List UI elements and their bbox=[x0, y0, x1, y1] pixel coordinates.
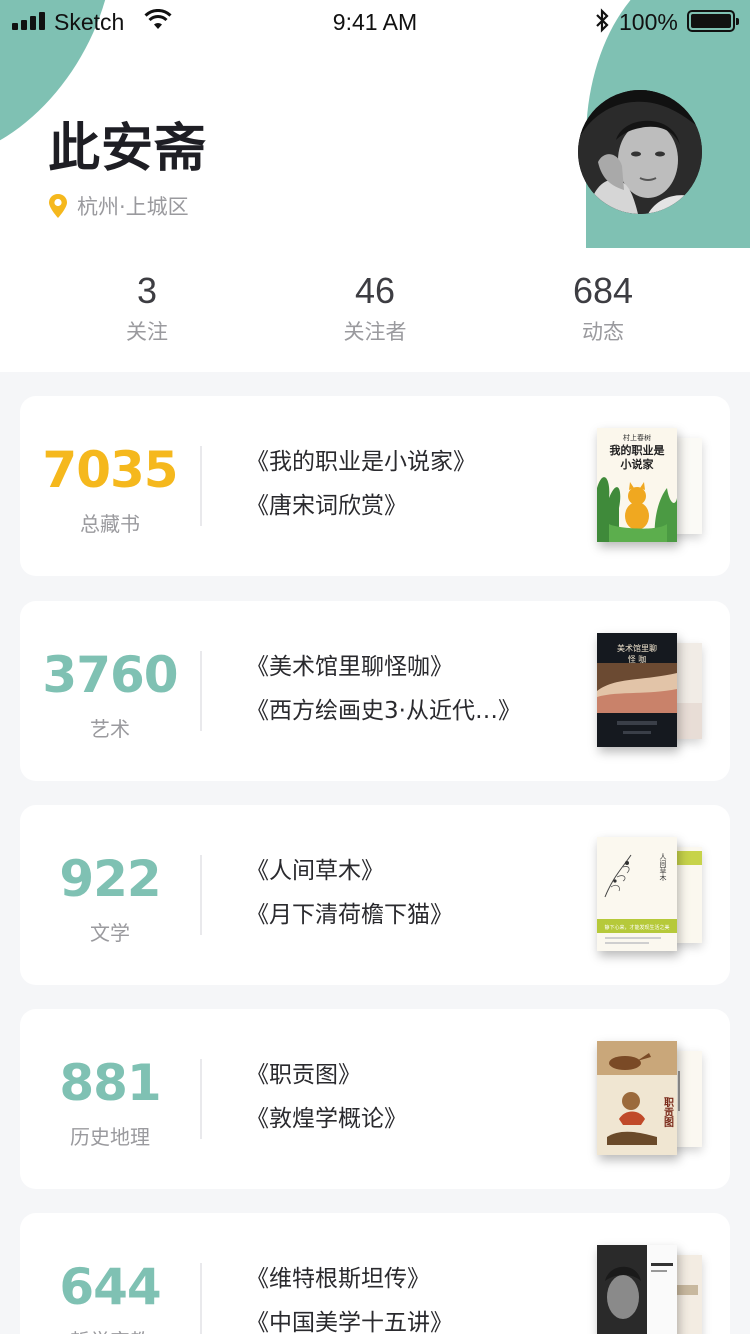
book-title: 《月下清荷檐下猫》 bbox=[246, 902, 453, 928]
book-cover bbox=[597, 1245, 677, 1334]
cover-title: 人间草木 bbox=[659, 853, 667, 882]
divider bbox=[200, 855, 202, 935]
status-bar: Sketch 9:41 AM 100% bbox=[0, 0, 750, 44]
cover-author: 村上春树 bbox=[623, 433, 651, 442]
book-title: 《我的职业是小说家》 bbox=[246, 449, 476, 475]
cover-tagline: 静下心来，才能发现生活之美 bbox=[604, 924, 669, 931]
collection-category: 哲学宗教 bbox=[20, 1325, 200, 1334]
stats-row: 3 关注 46 关注者 684 动态 bbox=[0, 268, 750, 358]
collection-card-total[interactable]: 7035 总藏书 《我的职业是小说家》 《唐宋词欣赏》 村上春树 我的职业是 小… bbox=[20, 396, 730, 576]
book-title: 《美术馆里聊怪咖》 bbox=[246, 654, 453, 680]
bluetooth-icon bbox=[596, 8, 609, 33]
divider bbox=[200, 1059, 202, 1139]
stat-label: 动态 bbox=[582, 320, 624, 344]
cover-title: 小说家 bbox=[620, 457, 655, 471]
book-title: 《中国美学十五讲》 bbox=[246, 1310, 453, 1334]
location-row: 杭州·上城区 bbox=[48, 190, 189, 222]
cover-title: 美术馆里聊 bbox=[617, 643, 657, 653]
collection-card-history[interactable]: 881 历史地理 《职贡图》 《敦煌学概论》 职贡图 bbox=[20, 1009, 730, 1189]
collection-count: 7035 bbox=[42, 441, 178, 499]
book-title: 《西方绘画史3·从近代…》 bbox=[246, 698, 521, 724]
stat-value: 46 bbox=[354, 270, 396, 311]
divider bbox=[200, 1263, 202, 1334]
collection-count: 3760 bbox=[42, 646, 178, 704]
stat-posts[interactable]: 684 动态 bbox=[503, 268, 703, 348]
profile-name: 此安斋 bbox=[48, 119, 208, 179]
collection-card-philosophy[interactable]: 644 哲学宗教 《维特根斯坦传》 《中国美学十五讲》 bbox=[20, 1213, 730, 1334]
book-cover: 人间草木 静下心来，才能发现生活之美 bbox=[597, 837, 677, 951]
cover-title: 我的职业是 bbox=[610, 443, 666, 457]
book-cover: 村上春树 我的职业是 小说家 bbox=[597, 428, 677, 542]
collection-category: 总藏书 bbox=[80, 512, 140, 536]
avatar[interactable] bbox=[578, 90, 702, 214]
cover-title: 职贡图 bbox=[662, 1097, 674, 1128]
collection-card-art[interactable]: 3760 艺术 《美术馆里聊怪咖》 《西方绘画史3·从近代…》 美术馆里聊 怪 … bbox=[20, 601, 730, 781]
book-title: 《唐宋词欣赏》 bbox=[246, 493, 407, 519]
stat-label: 关注者 bbox=[343, 320, 407, 344]
stat-followers[interactable]: 46 关注者 bbox=[275, 268, 475, 348]
collection-category: 历史地理 bbox=[70, 1125, 150, 1149]
location-text: 杭州·上城区 bbox=[77, 195, 189, 219]
stat-value: 684 bbox=[572, 270, 634, 311]
collection-count: 922 bbox=[59, 850, 161, 908]
divider bbox=[200, 446, 202, 526]
book-title: 《敦煌学概论》 bbox=[246, 1106, 407, 1132]
book-cover: 职贡图 bbox=[597, 1041, 677, 1155]
collection-category: 艺术 bbox=[90, 717, 130, 741]
stat-following[interactable]: 3 关注 bbox=[47, 268, 247, 348]
collection-category: 文学 bbox=[90, 921, 130, 945]
battery-icon bbox=[687, 10, 739, 32]
book-title: 《维特根斯坦传》 bbox=[246, 1266, 430, 1292]
book-cover: 美术馆里聊 怪 咖 bbox=[597, 633, 677, 747]
stat-value: 3 bbox=[136, 270, 158, 311]
profile-header: Sketch 9:41 AM 100% 此安斋 杭州·上城区 3 关注 46 关… bbox=[0, 0, 750, 372]
stat-label: 关注 bbox=[126, 320, 168, 344]
divider bbox=[200, 651, 202, 731]
location-pin-icon bbox=[49, 194, 67, 218]
collection-count: 881 bbox=[59, 1054, 161, 1112]
collection-card-literature[interactable]: 922 文学 《人间草木》 《月下清荷檐下猫》 人间草木 静下心来，才能发现生活… bbox=[20, 805, 730, 985]
battery-percentage: 100% bbox=[619, 9, 678, 35]
book-title: 《职贡图》 bbox=[246, 1062, 361, 1088]
book-title: 《人间草木》 bbox=[246, 858, 384, 884]
cover-title: 怪 咖 bbox=[628, 654, 647, 664]
collection-count: 644 bbox=[59, 1258, 161, 1316]
